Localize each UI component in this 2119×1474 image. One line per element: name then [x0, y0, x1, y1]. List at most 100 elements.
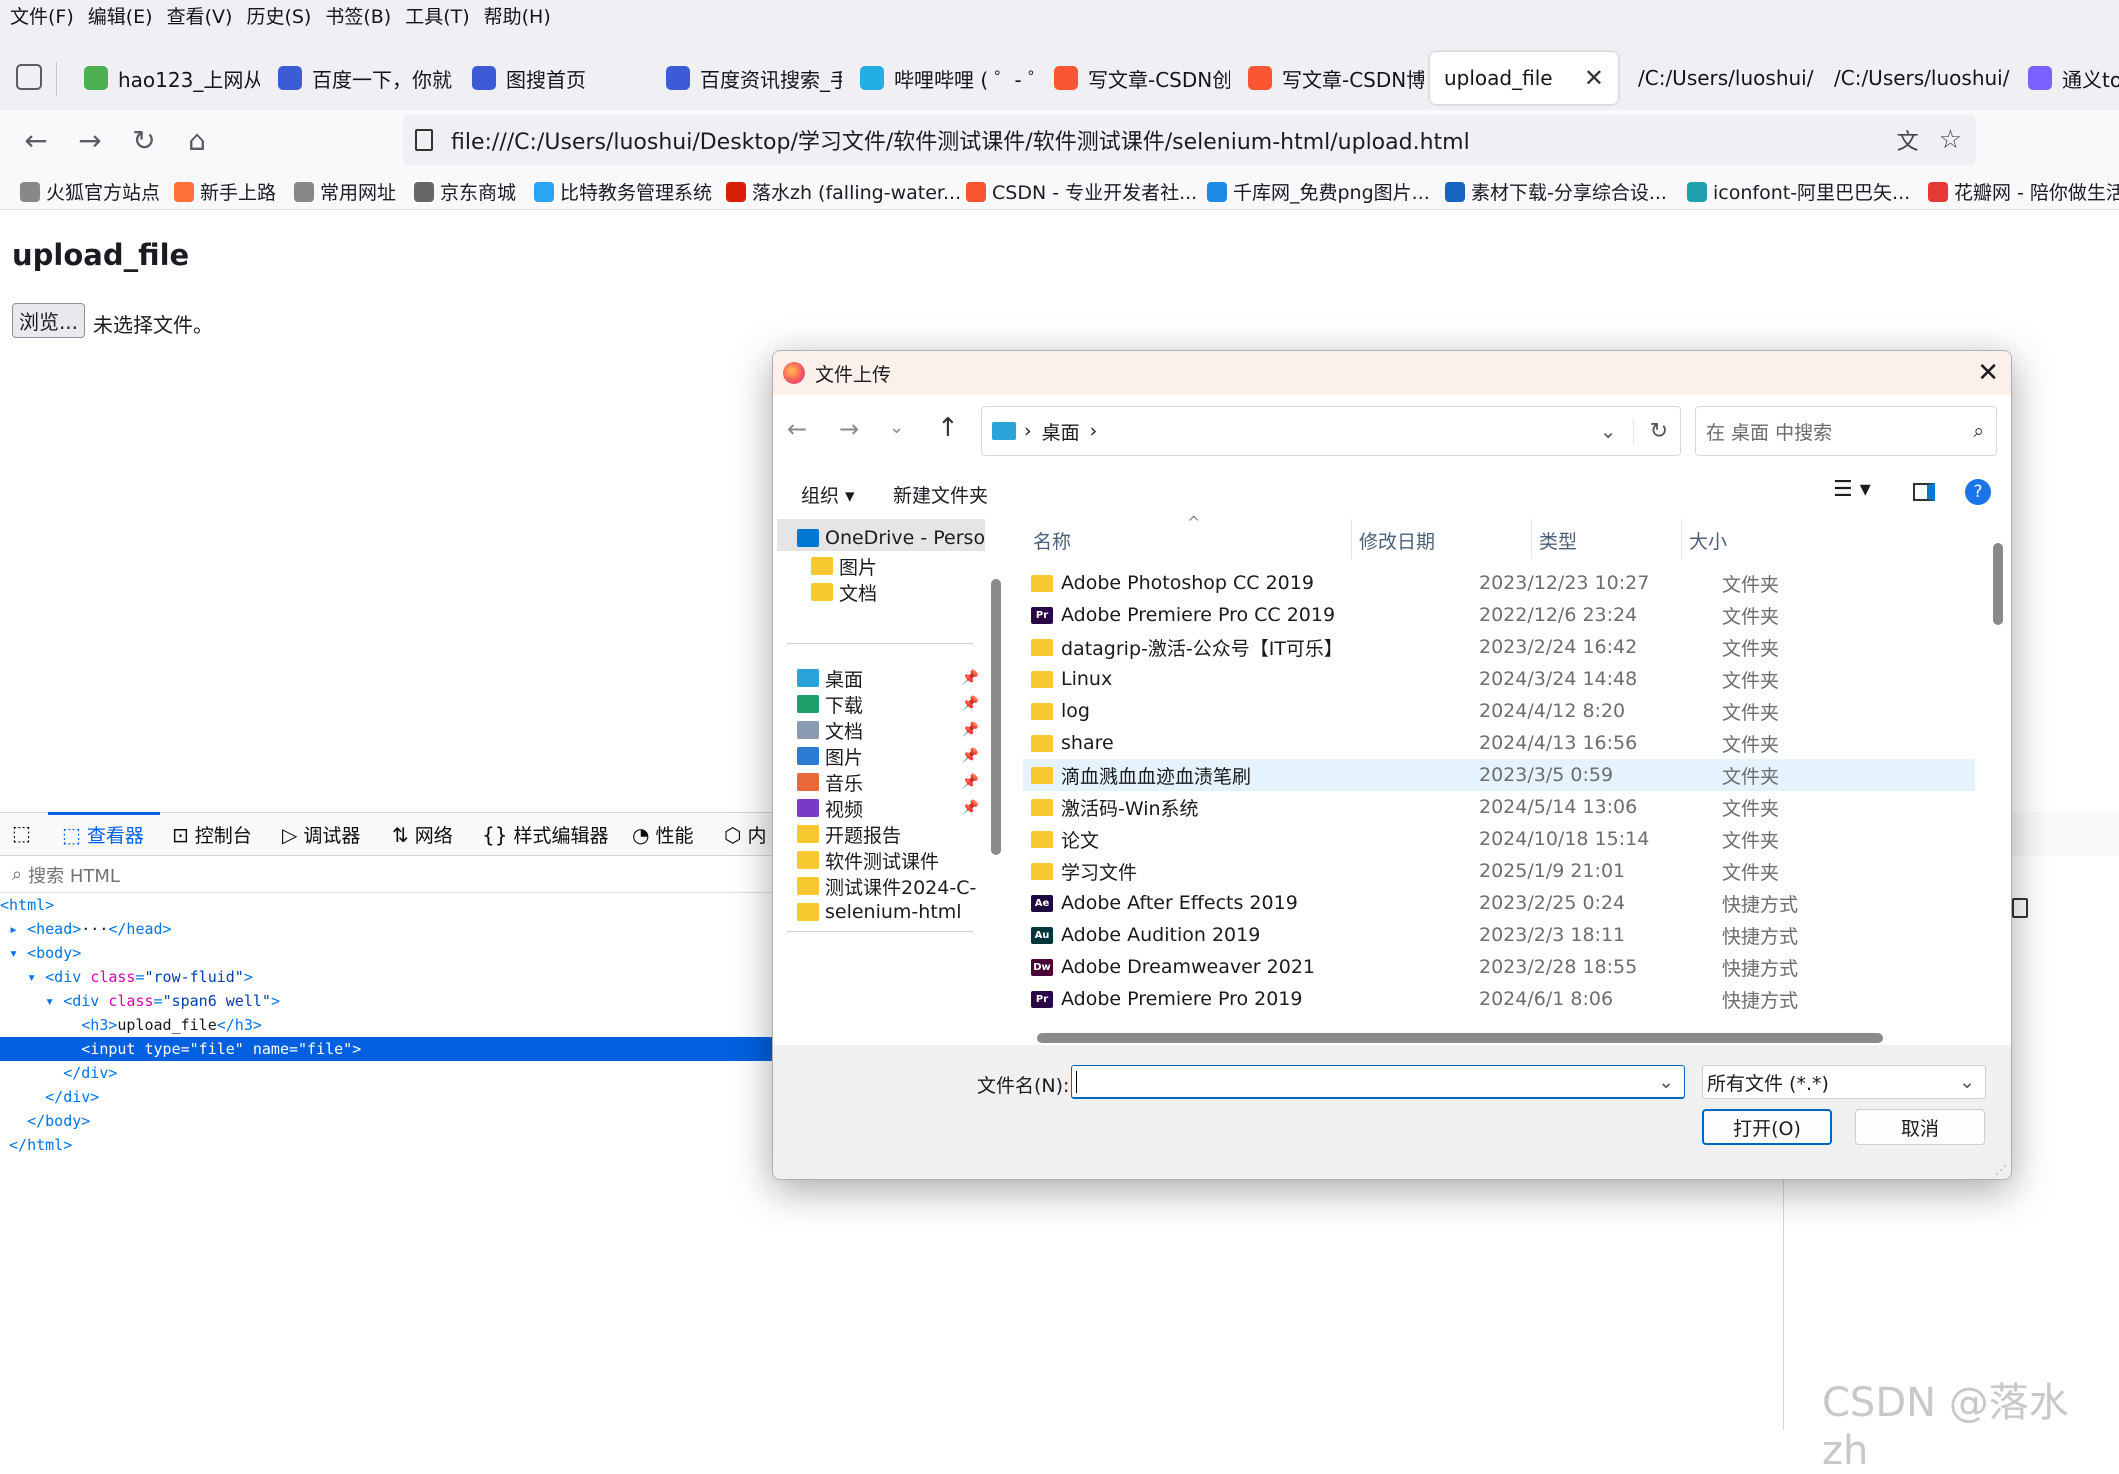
close-icon[interactable]: ✕: [1977, 358, 1999, 388]
dom-node[interactable]: <html>: [0, 893, 780, 917]
tab-overview-icon[interactable]: [16, 64, 42, 90]
column-separator[interactable]: [1531, 519, 1532, 559]
file-row[interactable]: Dw Adobe Dreamweaver 2021 2023/2/28 18:55 快…: [1023, 951, 1975, 983]
preview-pane-icon[interactable]: [1913, 483, 1935, 501]
devtools-sidebar-icon[interactable]: [2012, 898, 2028, 918]
column-header-date[interactable]: 修改日期: [1359, 527, 1435, 554]
refresh-icon[interactable]: ↻: [1632, 418, 1668, 444]
bookmark-item[interactable]: 新手上路: [174, 178, 276, 205]
devtools-tab[interactable]: ◔ 性能: [632, 821, 693, 848]
pin-icon[interactable]: 📌: [962, 722, 979, 738]
tab[interactable]: 哔哩哔哩 ( ゜- ゜: [846, 52, 1036, 104]
file-list-vertical-scrollbar[interactable]: [1993, 543, 2003, 625]
up-folder-icon[interactable]: ↑: [937, 413, 959, 443]
menu-item[interactable]: 书签(B): [325, 2, 391, 29]
menu-item[interactable]: 文件(F): [10, 2, 74, 29]
dom-node[interactable]: </body>: [0, 1109, 780, 1133]
pin-icon[interactable]: 📌: [962, 670, 979, 686]
file-row[interactable]: 滴血溅血血迹血渍笔刷 2023/3/5 0:59 文件夹: [1023, 759, 1975, 791]
resize-grip-icon[interactable]: ⋰: [1995, 1163, 2007, 1177]
tab[interactable]: 写文章-CSDN博: [1234, 52, 1424, 104]
url-bar[interactable]: file:///C:/Users/luoshui/Desktop/学习文件/软件…: [403, 115, 1976, 165]
back-icon[interactable]: ←: [20, 124, 52, 157]
menu-item[interactable]: 历史(S): [246, 2, 311, 29]
column-separator[interactable]: [1351, 519, 1352, 559]
recent-locations-icon[interactable]: ⌄: [889, 417, 904, 438]
menu-item[interactable]: 帮助(H): [484, 2, 551, 29]
file-row[interactable]: datagrip-激活-公众号【IT可乐】 2023/2/24 16:42 文件夹: [1023, 631, 1975, 663]
tab[interactable]: upload_file ✕: [1430, 52, 1618, 104]
devtools-tab[interactable]: {} 样式编辑器: [482, 821, 608, 848]
home-icon[interactable]: ⌂: [181, 124, 213, 157]
filename-input[interactable]: ⌄: [1071, 1065, 1685, 1099]
file-row[interactable]: 论文 2024/10/18 15:14 文件夹: [1023, 823, 1975, 855]
element-picker-icon[interactable]: ⬚: [12, 821, 37, 845]
url-text[interactable]: file:///C:/Users/luoshui/Desktop/学习文件/软件…: [451, 124, 1470, 156]
tab[interactable]: 图搜首页: [458, 52, 648, 104]
dom-node[interactable]: <input type="file" name="file">: [0, 1037, 780, 1061]
file-list-horizontal-scrollbar[interactable]: [1037, 1033, 1883, 1043]
file-row[interactable]: 学习文件 2025/1/9 21:01 文件夹: [1023, 855, 1975, 887]
open-button[interactable]: 打开(O): [1702, 1109, 1832, 1145]
menu-item[interactable]: 编辑(E): [88, 2, 153, 29]
breadcrumb-desktop[interactable]: 桌面: [1042, 418, 1080, 445]
dom-node[interactable]: ▾ <body>: [0, 941, 780, 965]
dom-node[interactable]: ▸ <head>···</head>: [0, 917, 780, 941]
pin-icon[interactable]: 📌: [962, 748, 979, 764]
file-row[interactable]: log 2024/4/12 8:20 文件夹: [1023, 695, 1975, 727]
column-header-name[interactable]: 名称: [1033, 527, 1071, 554]
devtools-tab[interactable]: ⬚ 查看器: [62, 821, 144, 848]
file-type-select[interactable]: 所有文件 (*.*) ⌄: [1702, 1065, 1986, 1099]
tab[interactable]: 写文章-CSDN创: [1040, 52, 1230, 104]
pin-icon[interactable]: 📌: [962, 800, 979, 816]
cancel-button[interactable]: 取消: [1855, 1109, 1985, 1145]
filename-dropdown-icon[interactable]: ⌄: [1658, 1071, 1674, 1093]
column-header-size[interactable]: 大小: [1689, 527, 1727, 554]
bookmark-item[interactable]: 千库网_免费png图片...: [1207, 178, 1430, 205]
file-row[interactable]: Linux 2024/3/24 14:48 文件夹: [1023, 663, 1975, 695]
tab[interactable]: /C:/Users/luoshui/: [1820, 52, 2010, 104]
file-row[interactable]: share 2024/4/13 16:56 文件夹: [1023, 727, 1975, 759]
tab[interactable]: 百度资讯搜索_手: [652, 52, 842, 104]
navigation-item[interactable]: selenium-html: [777, 895, 985, 929]
bookmark-item[interactable]: iconfont-阿里巴巴矢...: [1687, 178, 1910, 205]
column-separator[interactable]: [1681, 519, 1682, 559]
forward-icon[interactable]: →: [74, 124, 106, 157]
pin-icon[interactable]: 📌: [962, 696, 979, 712]
bookmark-item[interactable]: 火狐官方站点: [20, 178, 160, 205]
dialog-search-box[interactable]: 在 桌面 中搜索 ⌕: [1695, 406, 1997, 456]
file-row[interactable]: Au Adobe Audition 2019 2023/2/3 18:11 快捷方式: [1023, 919, 1975, 951]
devtools-tab[interactable]: ⇅ 网络: [392, 821, 453, 848]
dom-node[interactable]: ▾ <div class="span6 well">: [0, 989, 780, 1013]
address-box[interactable]: › 桌面 › ⌄ ↻: [981, 406, 1681, 456]
devtools-tab[interactable]: ▷ 调试器: [282, 821, 360, 848]
file-row[interactable]: 激活码-Win系统 2024/5/14 13:06 文件夹: [1023, 791, 1975, 823]
file-row[interactable]: Adobe Photoshop CC 2019 2023/12/23 10:27 文…: [1023, 567, 1975, 599]
pin-icon[interactable]: 📌: [962, 774, 979, 790]
help-icon[interactable]: ?: [1965, 479, 1991, 505]
dom-node[interactable]: </div>: [0, 1061, 780, 1085]
file-row[interactable]: Pr Adobe Premiere Pro 2019 2024/6/1 8:06 快捷…: [1023, 983, 1975, 1015]
file-row[interactable]: Ae Adobe After Effects 2019 2023/2/25 0:24…: [1023, 887, 1975, 919]
bookmark-item[interactable]: CSDN - 专业开发者社...: [966, 178, 1197, 205]
navigation-scrollbar[interactable]: [991, 579, 1001, 855]
dialog-back-icon[interactable]: ←: [787, 415, 807, 443]
filename-value[interactable]: [1076, 1070, 1077, 1093]
browse-button[interactable]: 浏览...: [12, 303, 85, 338]
search-icon[interactable]: ⌕: [1973, 420, 1984, 442]
bookmark-item[interactable]: 素材下载-分享综合设...: [1445, 178, 1667, 205]
tab[interactable]: 通义ton: [2014, 52, 2119, 104]
file-row[interactable]: Pr Adobe Premiere Pro CC 2019 2022/12/6 23…: [1023, 599, 1975, 631]
bookmark-item[interactable]: 花瓣网 - 陪你做生活: [1928, 178, 2119, 205]
view-options-icon[interactable]: ☰ ▾: [1833, 477, 1871, 502]
tab[interactable]: /C:/Users/luoshui/: [1624, 52, 1814, 104]
reload-icon[interactable]: ↻: [128, 124, 160, 157]
html-search-box[interactable]: ⌕ 搜索 HTML: [0, 857, 780, 893]
new-folder-button[interactable]: 新建文件夹: [893, 481, 988, 508]
dom-node[interactable]: </html>: [0, 1133, 780, 1157]
devtools-tab[interactable]: ⊡ 控制台: [172, 821, 252, 848]
menu-item[interactable]: 查看(V): [167, 2, 233, 29]
dom-node[interactable]: ▾ <div class="row-fluid">: [0, 965, 780, 989]
dialog-forward-icon[interactable]: →: [839, 415, 859, 443]
devtools-tab[interactable]: ⬡ 内: [724, 821, 766, 848]
